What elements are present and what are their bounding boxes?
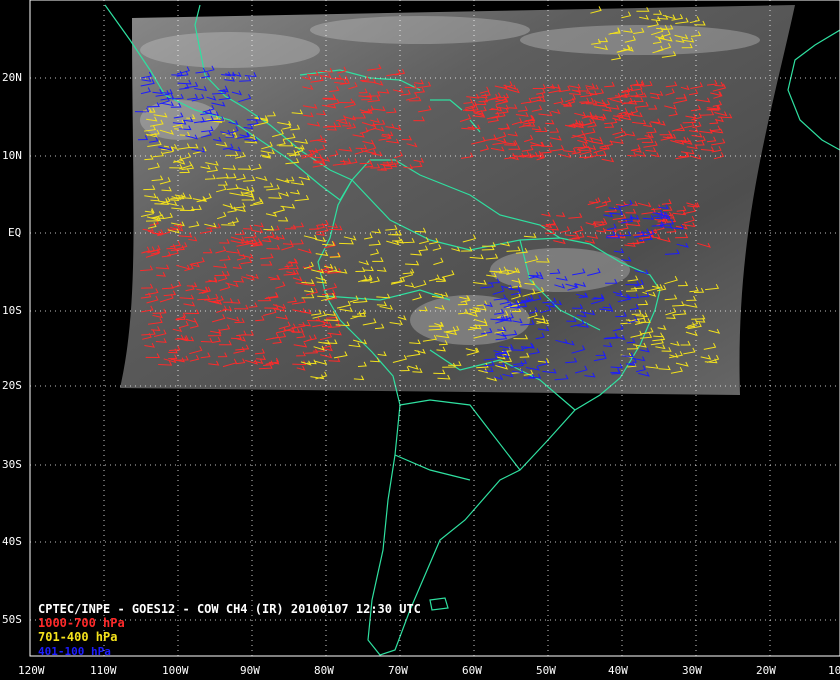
lat-label-40s: 40S: [2, 535, 22, 548]
lon-label-90w: 90W: [240, 664, 260, 677]
lon-label-10: 10: [828, 664, 840, 677]
lon-label-50w: 50W: [536, 664, 556, 677]
legend-mid-level: 701-400 hPa: [38, 630, 118, 644]
lat-label-30s: 30S: [2, 458, 22, 471]
lat-label-10n: 10N: [2, 149, 22, 162]
lat-label-50s: 50S: [2, 613, 22, 626]
lon-label-20w: 20W: [756, 664, 776, 677]
map-title: CPTEC/INPE - GOES12 - COW CH4 (IR) 20100…: [38, 602, 421, 616]
lon-label-30w: 30W: [682, 664, 702, 677]
lon-label-100w: 100W: [162, 664, 189, 677]
lat-label-20n: 20N: [2, 71, 22, 84]
legend-low-level: 1000-700 hPa: [38, 616, 125, 630]
lon-label-70w: 70W: [388, 664, 408, 677]
lat-label-eq: EQ: [8, 226, 21, 239]
lat-label-10s: 10S: [2, 304, 22, 317]
lon-label-110w: 110W: [90, 664, 117, 677]
lon-label-120w: 120W: [18, 664, 45, 677]
lon-label-40w: 40W: [608, 664, 628, 677]
legend-high-level: 401-100 hPa: [38, 645, 111, 658]
lon-label-60w: 60W: [462, 664, 482, 677]
wind-vector-map: 20N 10N EQ 10S 20S 30S 40S 50S 120W 110W…: [2, 0, 840, 677]
lat-label-20s: 20S: [2, 379, 22, 392]
lon-label-80w: 80W: [314, 664, 334, 677]
